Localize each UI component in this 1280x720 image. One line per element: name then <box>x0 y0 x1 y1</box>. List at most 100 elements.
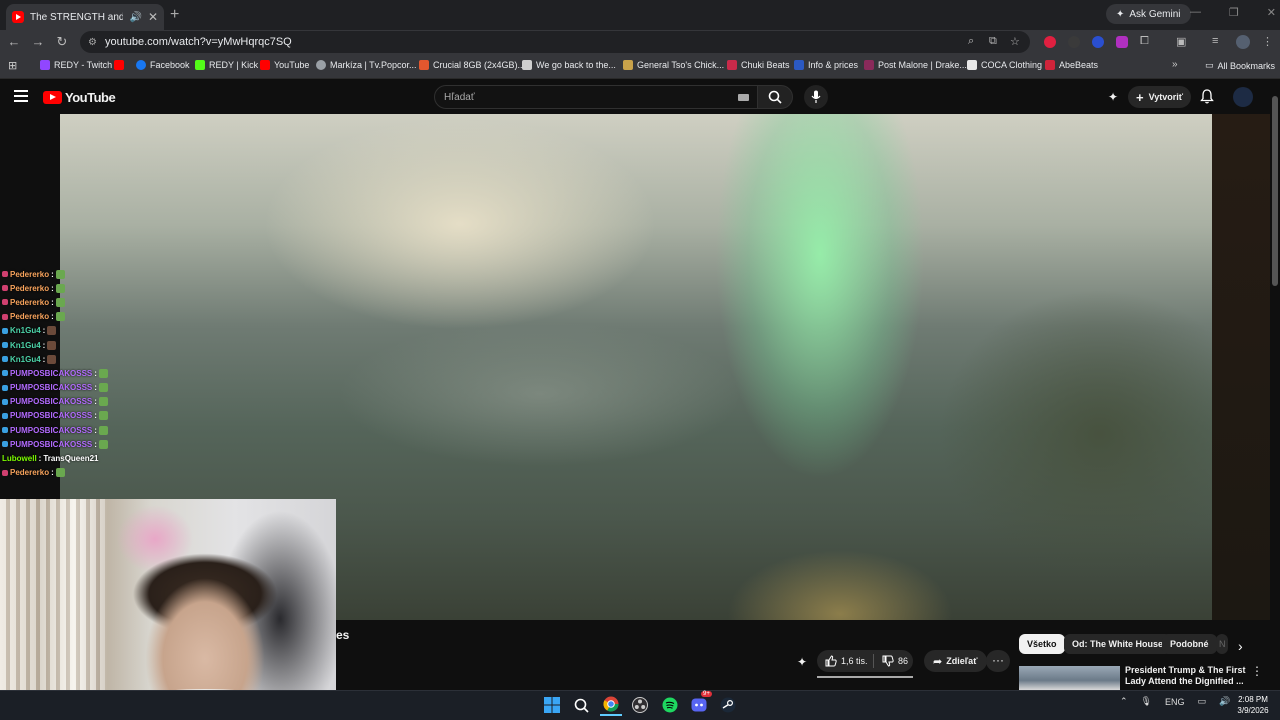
thumbs-up-icon <box>825 655 837 667</box>
ask-gemini-button[interactable]: ✦ Ask Gemini <box>1106 4 1191 24</box>
chip-partial[interactable]: N <box>1216 634 1228 654</box>
chat-separator: : <box>94 383 97 393</box>
chat-message: Pedererko : <box>2 281 152 295</box>
all-bookmarks-folder[interactable]: ▭ All Bookmarks <box>1205 60 1275 71</box>
chat-message: PUMPOSBICAKOSSS : <box>2 366 152 380</box>
tab-search-icon[interactable]: ≡ <box>1212 35 1218 47</box>
notifications-bell-icon[interactable] <box>1200 89 1214 109</box>
network-icon[interactable]: ▭ <box>1198 696 1207 707</box>
chevron-right-icon[interactable]: › <box>1238 638 1243 654</box>
bookmark-item[interactable]: YouTube <box>260 60 309 70</box>
create-label: Vytvoriť <box>1148 92 1184 102</box>
chat-username: Pedererko <box>10 269 50 279</box>
chip-all[interactable]: Všetko <box>1019 634 1065 654</box>
bookmark-item[interactable]: Crucial 8GB (2x4GB)... <box>419 60 525 70</box>
extensions-puzzle-icon[interactable]: ⧠ <box>1140 35 1149 48</box>
create-button[interactable]: + Vytvoriť <box>1128 86 1192 108</box>
like-button[interactable]: 1,6 tis. <box>817 655 873 667</box>
audio-playing-icon[interactable]: 🔊 <box>129 12 141 23</box>
microphone-tray-icon[interactable]: 🎙 <box>1141 696 1152 707</box>
bookmark-item[interactable]: Markíza | Tv.Popcor... <box>316 60 417 70</box>
dislike-button[interactable]: 86 <box>873 654 908 668</box>
recommended-video-thumbnail[interactable] <box>1019 666 1120 690</box>
microphone-icon <box>811 90 821 103</box>
search-button[interactable] <box>757 85 793 109</box>
close-window-icon[interactable]: ✕ <box>1267 6 1276 19</box>
window-controls: — ❐ ✕ <box>1190 6 1276 19</box>
zoom-icon[interactable]: ⌕ <box>968 35 974 48</box>
chat-separator: : <box>94 397 97 407</box>
forward-button[interactable]: → <box>30 34 46 50</box>
bookmark-item[interactable]: COCA Clothing <box>967 60 1042 70</box>
chat-message: Pedererko : <box>2 267 152 281</box>
ai-ask-icon[interactable]: ✦ <box>797 655 807 669</box>
spotify-taskbar-icon[interactable] <box>659 694 681 716</box>
chip-white-house[interactable]: Od: The White House <box>1064 634 1171 654</box>
account-avatar[interactable] <box>1233 87 1253 107</box>
bookmark-item[interactable]: Post Malone | Drake... <box>864 60 967 70</box>
more-actions-button[interactable]: ··· <box>986 650 1010 672</box>
extension-grey-icon[interactable] <box>1068 36 1080 48</box>
chat-username: PUMPOSBICAKOSSS <box>10 439 93 449</box>
start-windows-icon[interactable] <box>541 694 563 716</box>
bookmark-favicon-icon <box>794 60 804 70</box>
extension-blue-icon[interactable] <box>1092 36 1104 48</box>
bookmark-star-icon[interactable]: ☆ <box>1010 35 1020 48</box>
bookmark-item[interactable]: General Tso's Chick... <box>623 60 724 70</box>
bookmark-item[interactable]: Chuki Beats <box>727 60 790 70</box>
share-button[interactable]: ➦ Zdieľať <box>924 650 987 672</box>
bookmark-item[interactable]: AbeBeats <box>1045 60 1098 70</box>
profile-avatar[interactable] <box>1236 35 1250 49</box>
ai-sparkle-icon[interactable]: ✦ <box>1108 90 1118 104</box>
discord-taskbar-icon[interactable]: 9+ <box>688 691 712 716</box>
chat-badge-icon <box>2 441 8 448</box>
guide-menu-icon[interactable] <box>14 90 28 102</box>
chrome-taskbar-icon[interactable] <box>600 694 622 716</box>
chrome-menu-icon[interactable]: ⋮ <box>1262 35 1273 48</box>
bookmark-favicon-icon <box>864 60 874 70</box>
taskbar-search-icon[interactable] <box>570 694 592 716</box>
close-tab-icon[interactable]: ✕ <box>148 10 158 24</box>
voice-search-button[interactable] <box>804 85 828 109</box>
extension-red-icon[interactable] <box>1044 36 1056 48</box>
youtube-logo[interactable]: YouTube <box>43 90 116 105</box>
chip-related[interactable]: Podobné <box>1162 634 1217 654</box>
address-bar[interactable]: ⚙ youtube.com/watch?v=yMwHqrqc7SQ <box>80 31 1030 53</box>
bookmark-item[interactable]: REDY | Kick <box>195 60 258 70</box>
bookmark-favicon-icon <box>967 60 977 70</box>
bookmark-item[interactable]: Info & prices <box>794 60 858 70</box>
install-app-icon[interactable]: ⧉ <box>989 35 997 48</box>
bookmarks-overflow-icon[interactable]: » <box>1172 59 1178 70</box>
bookmark-item[interactable]: We go back to the... <box>522 60 616 70</box>
chat-message: PUMPOSBICAKOSSS : <box>2 437 152 451</box>
reload-button[interactable]: ↻ <box>54 34 70 50</box>
new-tab-button[interactable]: + <box>170 6 184 24</box>
page-scrollbar-thumb[interactable] <box>1272 96 1278 286</box>
back-button[interactable]: ← <box>6 34 22 50</box>
obs-taskbar-icon[interactable] <box>629 694 651 716</box>
bookmark-item[interactable] <box>114 60 128 70</box>
language-indicator[interactable]: ENG <box>1165 697 1185 707</box>
maximize-icon[interactable]: ❐ <box>1229 6 1239 19</box>
site-info-icon[interactable]: ⚙ <box>88 37 97 48</box>
chat-emote-icon <box>98 368 108 378</box>
chat-username: Pedererko <box>10 283 50 293</box>
search-input[interactable]: Hľadať <box>434 85 758 109</box>
taskbar-clock[interactable]: 2:08 PM 3/9/2026 <box>1233 694 1273 716</box>
recommended-more-icon[interactable]: ⋮ <box>1251 664 1263 678</box>
volume-icon[interactable]: 🔊 <box>1219 696 1230 707</box>
minimize-icon[interactable]: — <box>1190 6 1201 19</box>
bookmark-item[interactable]: Facebook <box>136 60 190 70</box>
apps-grid-icon[interactable]: ⊞ <box>8 59 17 72</box>
keyboard-icon[interactable] <box>738 93 749 101</box>
side-panel-icon[interactable]: ▣ <box>1176 35 1186 48</box>
chat-badge-icon <box>2 370 8 377</box>
extension-purple-icon[interactable] <box>1116 36 1128 48</box>
browser-tab[interactable]: The STRENGTH and MIGHT 🔊 ✕ <box>6 4 164 30</box>
tray-overflow-icon[interactable]: ⌃ <box>1120 696 1128 707</box>
steam-taskbar-icon[interactable] <box>717 694 739 716</box>
bookmark-item[interactable]: REDY - Twitch <box>40 60 112 70</box>
recommended-video-title[interactable]: President Trump & The First Lady Attend … <box>1125 665 1250 687</box>
chat-badge-icon <box>2 285 8 292</box>
chat-emote-icon <box>98 439 108 449</box>
